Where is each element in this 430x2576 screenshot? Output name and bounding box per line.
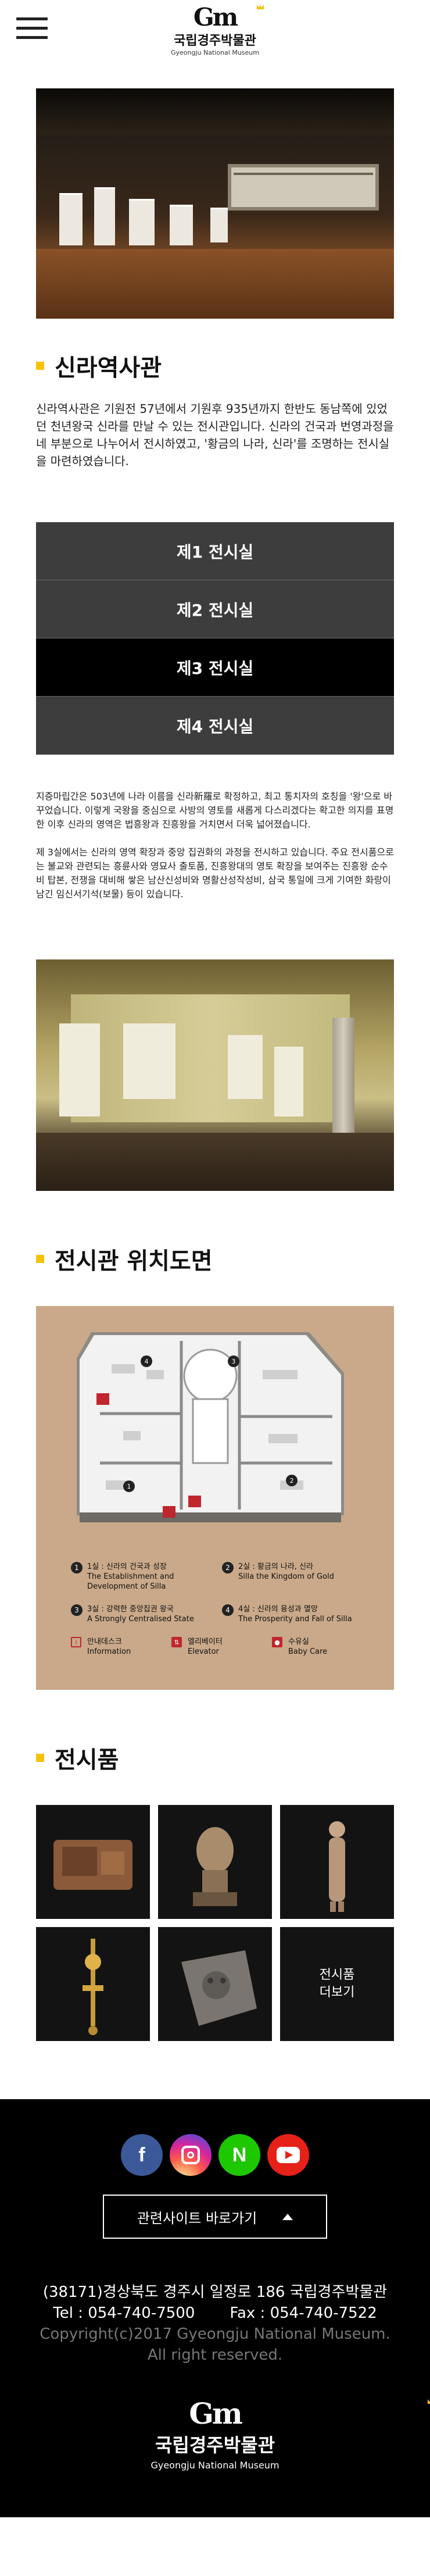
logo-mark: Gm [171, 5, 264, 30]
legend-english: Silla the Kingdom of Gold [238, 1572, 334, 1581]
legend-korean: 1실 : 신라의 건국과 성장 [87, 1562, 167, 1571]
copyright-line: All right reserved. [147, 2346, 283, 2364]
facebook-icon[interactable]: f [121, 2134, 163, 2176]
legend-english: A Strongly Centralised State [87, 1615, 194, 1624]
gallery-description: 지증마립간은 503년에 나라 이름을 신라新羅로 확정하고, 최고 통치자의 … [36, 790, 394, 901]
logo-english-name: Gyeongju National Museum [171, 49, 259, 56]
address: (38171)경상북도 경주시 일정로 186 국립경주박물관 [42, 2284, 388, 2301]
more-artifacts-button[interactable]: 전시품더보기 [280, 1927, 394, 2041]
tab-gallery-1[interactable]: 제1 전시실 [36, 522, 394, 580]
legend-number: 3 [71, 1604, 83, 1616]
legend-number: 1 [71, 1562, 83, 1574]
tel: Tel : 054-740-7500 [53, 2304, 195, 2322]
legend-korean: 수유실 [288, 1637, 309, 1646]
heading-marker-icon [36, 1255, 44, 1263]
floor-map-heading: 전시관 위치도면 [36, 1242, 394, 1276]
footer-address-block: (38171)경상북도 경주시 일정로 186 국립경주박물관 Tel : 05… [0, 2282, 430, 2324]
legend-english: Baby Care [288, 1647, 328, 1656]
tab-gallery-2[interactable]: 제2 전시실 [36, 580, 394, 638]
more-label: 전시품 [319, 1968, 355, 1982]
crown-icon [257, 5, 264, 9]
map-legend: 1 1실 : 신라의 건국과 성장 The Establishment and D… [71, 1562, 373, 1657]
instagram-icon[interactable] [170, 2134, 212, 2176]
information-icon: i [71, 1637, 81, 1647]
tab-gallery-3[interactable]: 제3 전시실 [36, 638, 394, 697]
logo-korean-name: 국립경주박물관 [174, 34, 256, 48]
svg-text:3: 3 [232, 1358, 236, 1365]
section-title: 전시관 위치도면 [55, 1248, 213, 1275]
legend-information: i 안내데스크 Information [71, 1637, 171, 1657]
sns-links: f N [0, 2134, 430, 2176]
legend-english: Information [87, 1647, 131, 1656]
section-title: 전시품 [55, 1747, 119, 1774]
artifact-thumbnail-tile[interactable] [158, 1927, 272, 2041]
copyright-line: Copyright(c)2017 Gyeongju National Museu… [40, 2325, 390, 2343]
site-header: Gm 국립경주박물관 Gyeongju National Museum [0, 0, 430, 58]
silla-gallery-heading: 신라역사관 [36, 349, 394, 383]
logo-english-name: Gyeongju National Museum [150, 2460, 280, 2471]
legend-gallery-4: 4 4실 : 신라의 융성과 멸망 The Prosperity and Fall… [222, 1604, 373, 1624]
caret-up-icon [282, 2213, 293, 2220]
site-logo[interactable]: Gm 국립경주박물관 Gyeongju National Museum [171, 5, 264, 56]
legend-baby-care: ● 수유실 Baby Care [272, 1637, 372, 1657]
elevator-icon: ⇅ [171, 1637, 182, 1647]
gallery-3-photo [36, 959, 394, 1191]
legend-english: The Establishment and Development of Sil… [87, 1572, 174, 1591]
heading-marker-icon [36, 362, 44, 370]
legend-korean: 4실 : 신라의 융성과 멸망 [238, 1605, 318, 1614]
more-label: 더보기 [319, 1985, 355, 2000]
related-sites-dropdown[interactable]: 관련사이트 바로가기 [103, 2195, 327, 2239]
tab-gallery-4[interactable]: 제4 전시실 [36, 697, 394, 755]
logo-mark: Gm [0, 2399, 430, 2428]
legend-gallery-1: 1 1실 : 신라의 건국과 성장 The Establishment and D… [71, 1562, 222, 1592]
legend-gallery-2: 2 2실 : 황금의 나라, 신라 Silla the Kingdom of Go… [222, 1562, 373, 1592]
svg-text:2: 2 [290, 1477, 294, 1485]
floor-plan-drawing: 4 3 1 2 [77, 1332, 344, 1522]
heading-marker-icon [36, 1754, 44, 1762]
baby-care-icon: ● [272, 1637, 282, 1647]
section-title: 신라역사관 [55, 355, 162, 381]
artifacts-heading: 전시품 [36, 1741, 394, 1775]
youtube-icon[interactable] [267, 2134, 309, 2176]
fax: Fax : 054-740-7522 [230, 2304, 377, 2322]
artifact-thumbnail-relief[interactable] [36, 1805, 150, 1919]
gallery-hall-photo [36, 88, 394, 319]
crown-icon [428, 2399, 430, 2404]
legend-korean: 안내데스크 [87, 1637, 122, 1646]
svg-text:1: 1 [127, 1483, 131, 1490]
artifact-thumbnail-figurine[interactable] [280, 1805, 394, 1919]
copyright: Copyright(c)2017 Gyeongju National Museu… [0, 2324, 430, 2366]
svg-text:4: 4 [145, 1358, 149, 1365]
gallery-tabs: 제1 전시실 제2 전시실 제3 전시실 제4 전시실 [36, 522, 394, 755]
floor-map: 4 3 1 2 1 1실 : 신라의 건국과 성장 The Establishme… [36, 1306, 394, 1690]
legend-korean: 엘리베이터 [188, 1637, 223, 1646]
legend-english: Elevator [188, 1647, 219, 1656]
legend-korean: 2실 : 황금의 나라, 신라 [238, 1562, 313, 1571]
menu-icon[interactable] [16, 17, 48, 41]
description-paragraph: 지증마립간은 503년에 나라 이름을 신라新羅로 확정하고, 최고 통치자의 … [36, 791, 394, 830]
footer-logo: Gm 국립경주박물관 Gyeongju National Museum [0, 2366, 430, 2517]
description-paragraph: 제 3실에서는 신라의 영역 확장과 중앙 집권화의 과정을 전시하고 있습니다… [36, 847, 394, 900]
legend-gallery-3: 3 3실 : 강력한 중앙집권 왕국 A Strongly Centralised… [71, 1604, 222, 1624]
site-footer: f N 관련사이트 바로가기 (38171)경상북도 경주시 일정로 186 국… [0, 2099, 430, 2517]
artifact-thumbnail-head[interactable] [158, 1805, 272, 1919]
silla-intro-text: 신라역사관은 기원전 57년에서 기원후 935년까지 한반도 동남쪽에 있었던… [36, 402, 394, 468]
naver-icon[interactable]: N [218, 2134, 260, 2176]
logo-korean-name: 국립경주박물관 [155, 2434, 275, 2456]
legend-number: 2 [222, 1562, 234, 1574]
contact-phones: Tel : 054-740-7500 Fax : 054-740-7522 [0, 2303, 430, 2324]
artifact-grid: 전시품더보기 [36, 1805, 394, 2041]
legend-english: The Prosperity and Fall of Silla [238, 1615, 352, 1624]
legend-korean: 3실 : 강력한 중앙집권 왕국 [87, 1605, 174, 1614]
legend-elevator: ⇅ 엘리베이터 Elevator [171, 1637, 272, 1657]
artifact-thumbnail-gold-ornament[interactable] [36, 1927, 150, 2041]
legend-number: 4 [222, 1604, 234, 1616]
related-sites-label: 관련사이트 바로가기 [137, 2210, 257, 2227]
